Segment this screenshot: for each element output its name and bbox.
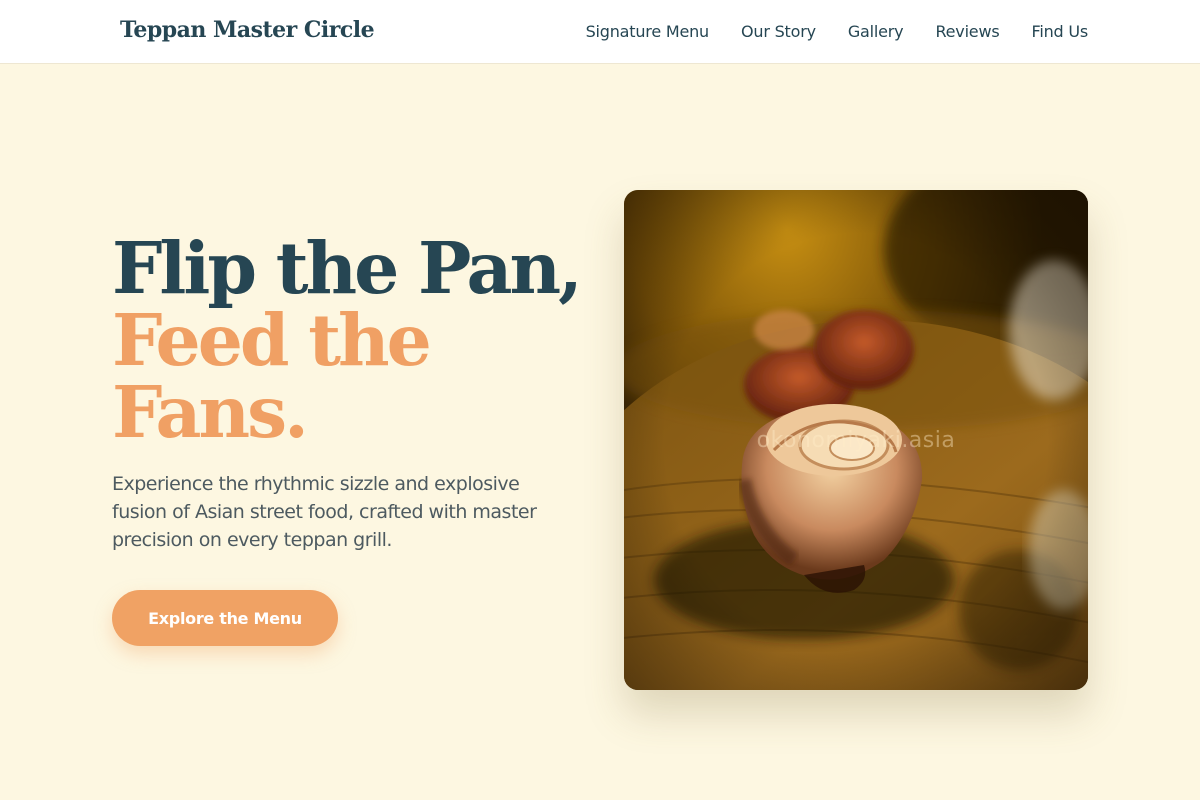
explore-menu-button[interactable]: Explore the Menu [112, 590, 338, 646]
nav-link-find-us[interactable]: Find Us [1031, 22, 1088, 41]
hero-title-line-3: Fans. [112, 370, 309, 454]
hero-title: Flip the Pan, Feed the Fans. [112, 226, 583, 454]
site-header: Teppan Master Circle Signature Menu Our … [0, 0, 1200, 64]
hero-food-image: okonomiyaki.asia [624, 190, 1088, 690]
main-nav: Signature Menu Our Story Gallery Reviews… [586, 0, 1089, 62]
hero-title-line-1: Flip the Pan, [112, 226, 583, 310]
nav-link-gallery[interactable]: Gallery [848, 22, 904, 41]
nav-link-signature-menu[interactable]: Signature Menu [586, 22, 710, 41]
image-watermark: okonomiyaki.asia [756, 428, 956, 453]
hero-description: Experience the rhythmic sizzle and explo… [112, 473, 537, 551]
nav-link-our-story[interactable]: Our Story [741, 22, 816, 41]
nav-link-reviews[interactable]: Reviews [935, 22, 999, 41]
brand-logo[interactable]: Teppan Master Circle [120, 17, 375, 43]
hero-title-line-2: Feed the [112, 298, 432, 382]
hero-copy: Flip the Pan, Feed the Fans. Experience … [112, 226, 583, 554]
